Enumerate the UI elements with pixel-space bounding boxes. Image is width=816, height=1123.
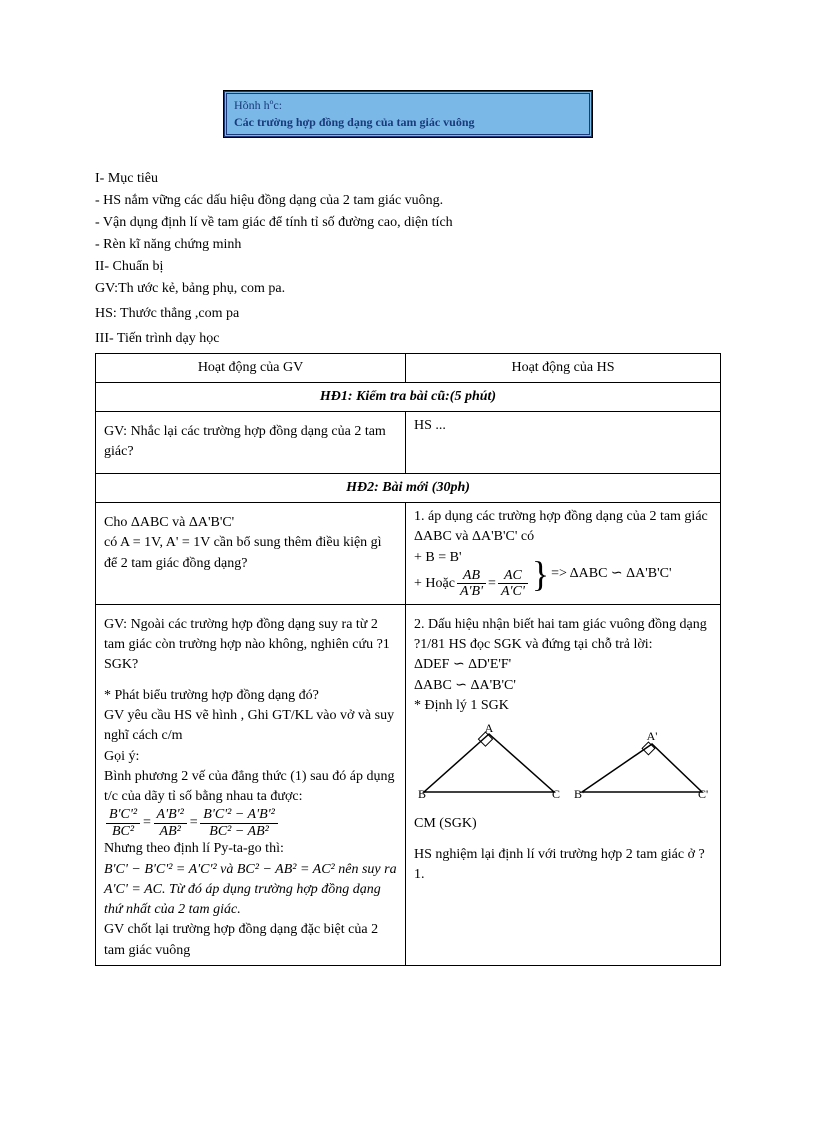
r1-hs-cell: 1. áp dụng các trường hợp đồng dạng của … <box>406 503 721 605</box>
r2-hs-l1: 2. Dấu hiệu nhận biết hai tam giác vuông… <box>414 615 712 635</box>
intro-line: GV:Th ước kẻ, bảng phụ, com pa. <box>95 278 721 299</box>
hd1-title: HĐ1: Kiểm tra bài cũ:(5 phút) <box>96 382 721 411</box>
title-line-1: Hõnh hºc: <box>234 97 582 114</box>
r2-gv-l3: GV yêu cầu HS vẽ hình , Ghi GT/KL vào vở… <box>104 706 397 747</box>
right-brace-icon: } <box>532 556 549 592</box>
r1-hs-eq-block: + B = B' + Hoặc AB A'B' = AC A'C' <box>414 548 712 600</box>
r1-gv-l1: Cho ΔABC và ΔA'B'C' <box>104 513 397 533</box>
fraction: AC A'C' <box>498 568 528 600</box>
r2-gv-eq1: B'C'² BC² = A'B'² AB² = B'C'² − A'B'² BC… <box>104 807 397 839</box>
fraction: AB A'B' <box>457 568 486 600</box>
r2-hs-l7: HS nghiệm lại định lí với trường hợp 2 t… <box>414 845 712 886</box>
lesson-table: Hoạt động của GV Hoạt động của HS HĐ1: K… <box>95 353 721 966</box>
equals-sign: = <box>189 813 198 833</box>
triangle-row: A B C A' B' C' <box>414 722 712 802</box>
intro-line: HS: Thước thẳng ,com pa <box>95 303 721 324</box>
r1-hs-l1: 1. áp dụng các trường hợp đồng dạng của … <box>414 507 712 527</box>
r2-gv-l6: Nhưng theo định lí Py-ta-go thì: <box>104 839 397 859</box>
intro-line: I- Mục tiêu <box>95 168 721 189</box>
fraction: A'B'² AB² <box>154 807 187 839</box>
triangle-abc-icon: A B C <box>414 722 564 802</box>
r2-gv-l4: Gọi ý: <box>104 747 397 767</box>
r2-gv-l2: * Phát biểu trường hợp đồng dạng đó? <box>104 686 397 706</box>
fraction: B'C'² BC² <box>106 807 140 839</box>
r2-hs-l5: * Định lý 1 SGK <box>414 696 712 716</box>
r2-gv-l7: B'C' − B'C'² = A'C'² và BC² − AB² = AC² … <box>104 860 397 921</box>
hd2-title: HĐ2: Bài mới (30ph) <box>96 473 721 502</box>
col-header-gv: Hoạt động của GV <box>96 353 406 382</box>
r2-gv-cell: GV: Ngoài các trường hợp đồng dạng suy r… <box>96 604 406 965</box>
r1-hs-l3b-prefix: + Hoặc <box>414 574 455 594</box>
r1-hs-l2: ΔABC và ΔA'B'C' có <box>414 527 712 547</box>
title-box: Hõnh hºc: Các trường hợp đồng dạng của t… <box>223 90 593 138</box>
equals-sign: = <box>142 813 151 833</box>
intro-line: - Vận dụng định lí về tam giác để tính t… <box>95 212 721 233</box>
intro-line: II- Chuẩn bị <box>95 256 721 277</box>
hd1-hs-text: HS ... <box>414 418 446 433</box>
section-row: HĐ1: Kiểm tra bài cũ:(5 phút) <box>96 382 721 411</box>
r2-hs-l2: ?1/81 HS đọc SGK và đứng tại chỗ trả lời… <box>414 635 712 655</box>
intro-line: III- Tiến trình dạy học <box>95 328 721 349</box>
svg-text:C: C <box>552 787 560 801</box>
svg-text:A': A' <box>647 729 658 743</box>
r1-gv-l2: có A = 1V, A' = 1V cần bổ sung thêm điều… <box>104 533 397 574</box>
svg-text:B: B <box>418 787 426 801</box>
table-row: GV: Nhắc lại các trường hợp đồng dạng củ… <box>96 412 721 474</box>
col-header-hs: Hoạt động của HS <box>406 353 721 382</box>
table-row: Cho ΔABC và ΔA'B'C' có A = 1V, A' = 1V c… <box>96 503 721 605</box>
r1-hs-l3a: + B = B' <box>414 548 530 568</box>
r2-hs-l4: ΔABC ∽ ΔA'B'C' <box>414 676 712 696</box>
intro-line: - Rèn kĩ năng chứng minh <box>95 234 721 255</box>
r2-hs-cell: 2. Dấu hiệu nhận biết hai tam giác vuông… <box>406 604 721 965</box>
r1-gv-cell: Cho ΔABC và ΔA'B'C' có A = 1V, A' = 1V c… <box>96 503 406 605</box>
table-header-row: Hoạt động của GV Hoạt động của HS <box>96 353 721 382</box>
hd1-gv-text: GV: Nhắc lại các trường hợp đồng dạng củ… <box>104 424 386 459</box>
svg-text:B': B' <box>574 787 584 801</box>
fraction: B'C'² − A'B'² BC² − AB² <box>200 807 278 839</box>
hd1-hs-cell: HS ... <box>406 412 721 474</box>
r2-gv-l8: GV chốt lại trường hợp đồng dạng đặc biệ… <box>104 920 397 961</box>
equals-sign: = <box>488 574 496 594</box>
hd1-gv-cell: GV: Nhắc lại các trường hợp đồng dạng củ… <box>96 412 406 474</box>
section-row: HĐ2: Bài mới (30ph) <box>96 473 721 502</box>
r2-gv-l5: Bình phương 2 vế của đẳng thức (1) sau đ… <box>104 767 397 808</box>
r2-hs-l3: ΔDEF ∽ ΔD'E'F' <box>414 655 712 675</box>
svg-text:C': C' <box>698 787 708 801</box>
triangle-aprime-icon: A' B' C' <box>572 722 712 802</box>
r2-hs-l6: CM (SGK) <box>414 814 712 834</box>
table-row: GV: Ngoài các trường hợp đồng dạng suy r… <box>96 604 721 965</box>
title-line-2: Các trường hợp đồng dạng của tam giác vu… <box>234 114 582 131</box>
svg-text:A: A <box>485 722 494 735</box>
r2-gv-l1: GV: Ngoài các trường hợp đồng dạng suy r… <box>104 615 397 676</box>
intro-block: I- Mục tiêu - HS nắm vững các dấu hiệu đ… <box>95 168 721 349</box>
intro-line: - HS nắm vững các dấu hiệu đồng dạng của… <box>95 190 721 211</box>
r1-hs-conclusion: => ΔABC ∽ ΔA'B'C' <box>551 564 671 584</box>
